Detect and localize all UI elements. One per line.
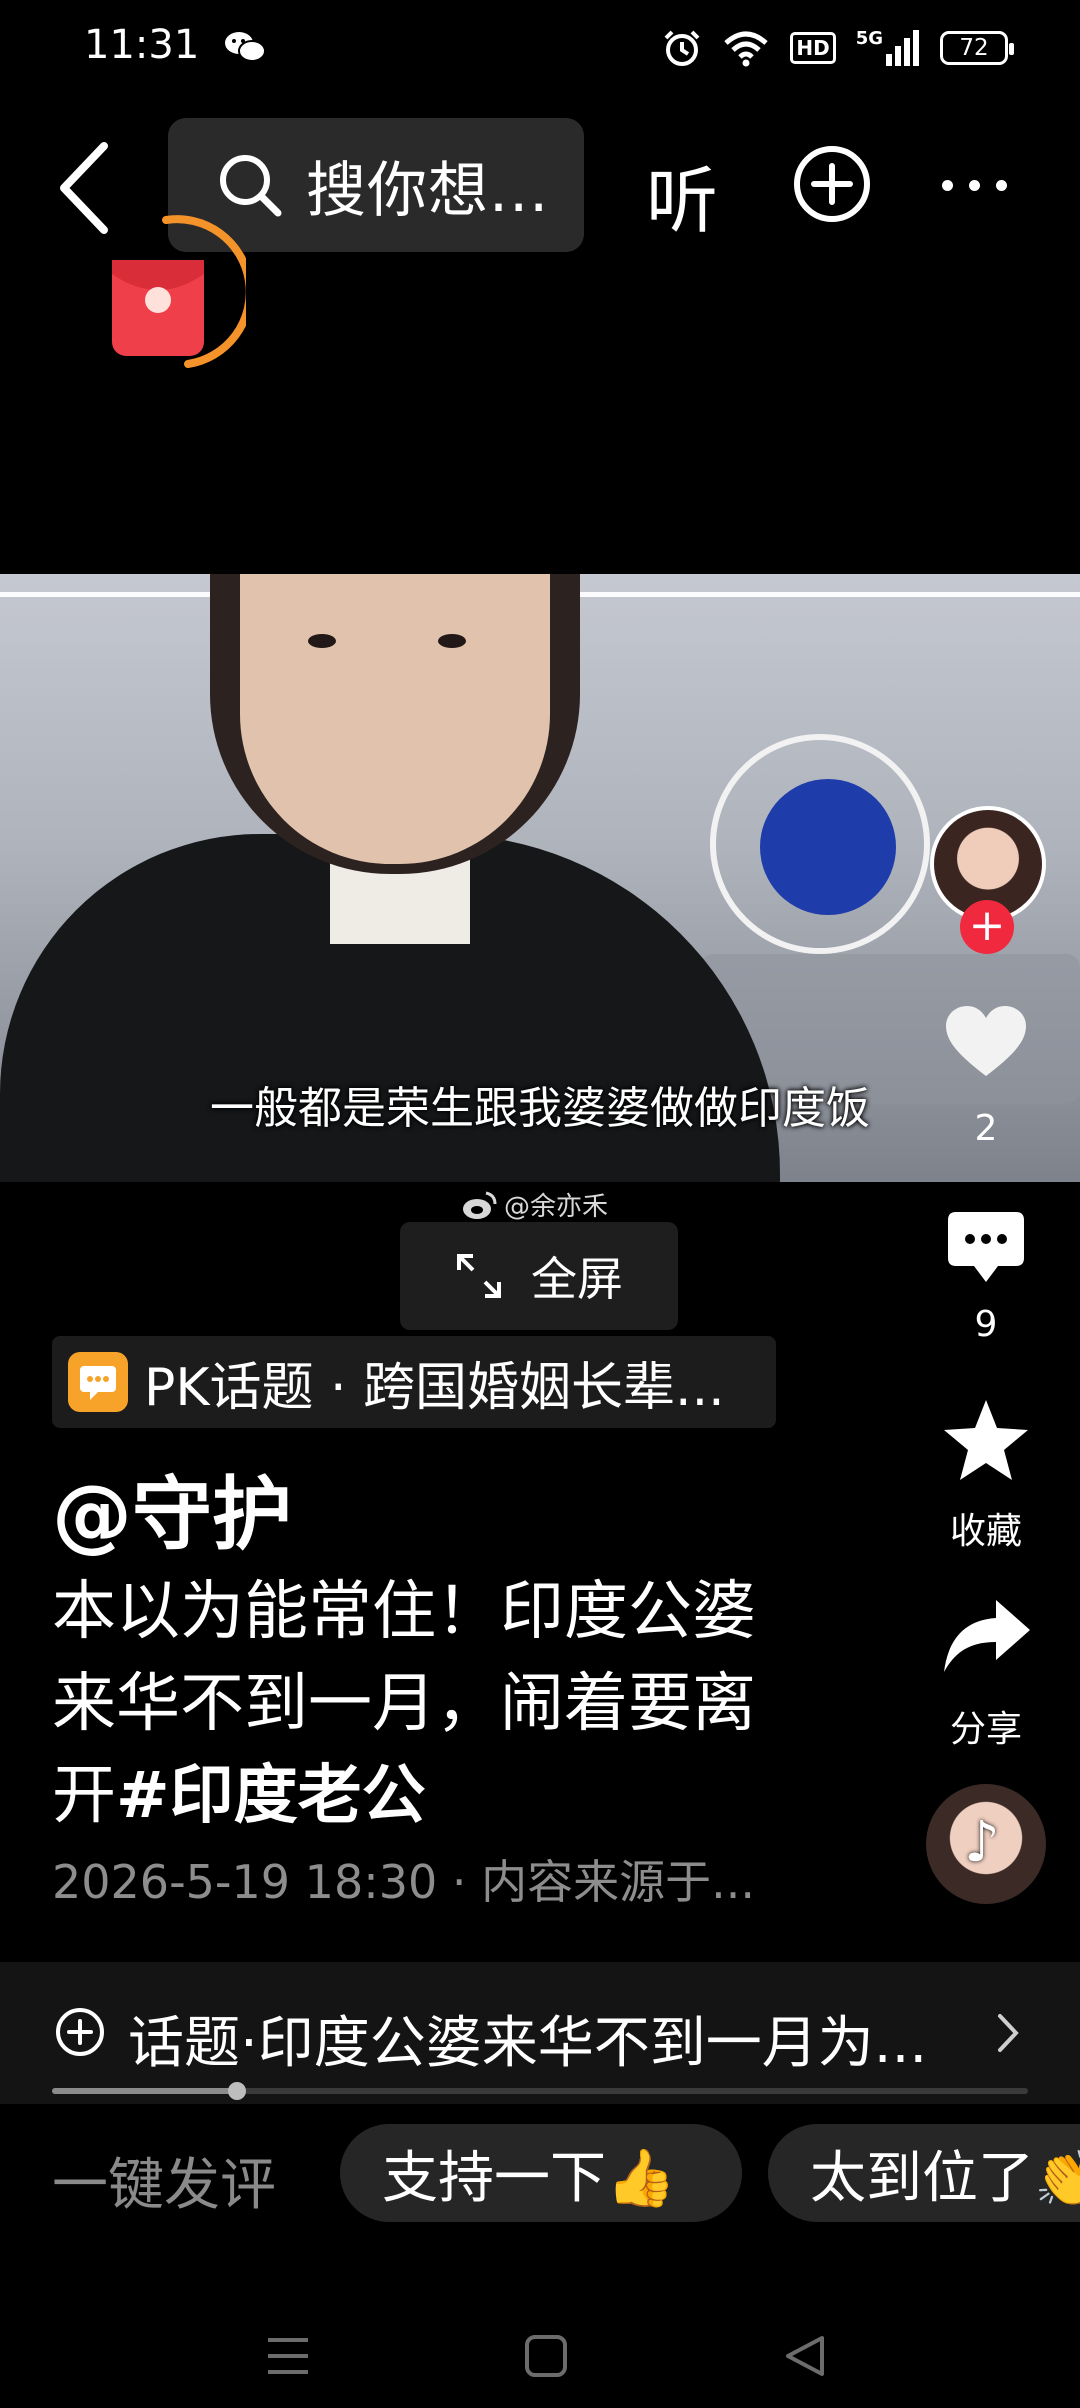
status-time: 11:31	[84, 22, 200, 68]
search-icon	[220, 155, 282, 217]
chat-bubble-icon	[68, 1352, 128, 1412]
network-type: 5G	[855, 28, 883, 49]
video-subtitle: 一般都是荣生跟我婆婆做做印度饭	[210, 1083, 870, 1134]
chevron-right-icon	[998, 2014, 1019, 2052]
red-packet-icon[interactable]	[106, 214, 246, 374]
caption-line: 本以为能常住！印度公婆	[52, 1575, 756, 1649]
system-navigation-bar	[0, 2300, 1080, 2408]
fullscreen-label: 全屏	[531, 1252, 623, 1306]
author-name[interactable]: @守护	[52, 1450, 292, 1566]
like-heart-icon[interactable]	[944, 1004, 1028, 1080]
weibo-icon	[463, 1191, 497, 1219]
quick-comment-option[interactable]: 太到位了👏	[768, 2124, 1080, 2222]
follow-button[interactable]: +	[960, 900, 1014, 954]
hashtag-link[interactable]: #印度老公	[116, 1759, 426, 1833]
like-count: 2	[974, 1108, 998, 1149]
signal-icon: 5G	[856, 30, 920, 66]
back-triangle-icon[interactable]	[784, 2334, 826, 2378]
battery-icon: 72	[940, 31, 1014, 65]
quick-comment-option[interactable]: 支持一下👍	[340, 2124, 742, 2222]
listen-button[interactable]: 听	[646, 142, 718, 247]
favorite-label: 收藏	[949, 1511, 1022, 1552]
caption-line: 来华不到一月，闹着要离	[52, 1667, 756, 1741]
wechat-icon	[225, 32, 266, 62]
fullscreen-button[interactable]: 全屏	[400, 1222, 678, 1330]
comment-count: 9	[974, 1304, 998, 1345]
home-square-icon[interactable]	[524, 2334, 568, 2378]
post-caption: 本以为能常住！印度公婆 来华不到一月，闹着要离 开#印度老公	[52, 1566, 792, 1842]
music-note-icon: ♪	[964, 1810, 1000, 1875]
share-arrow-icon[interactable]	[942, 1598, 1032, 1678]
video-progress-fill	[52, 2088, 238, 2094]
quick-comment-label: 一键发评	[52, 2153, 276, 2218]
favorite-star-icon[interactable]	[942, 1398, 1030, 1482]
search-placeholder: 搜你想...	[306, 155, 550, 226]
topic-label: 话题·印度公婆来华不到一月为...	[128, 2011, 928, 2076]
video-player[interactable]: 一般都是荣生跟我婆婆做做印度饭	[0, 574, 1080, 1182]
share-label: 分享	[949, 1709, 1022, 1750]
pk-topic-chip[interactable]: PK话题 · 跨国婚姻长辈...	[52, 1336, 776, 1428]
wifi-icon	[724, 31, 769, 67]
pk-topic-label: PK话题 · 跨国婚姻长辈...	[144, 1357, 725, 1418]
hd-icon: HD	[790, 32, 836, 64]
post-meta: 2026-5-19 18:30 · 内容来源于...	[52, 1855, 755, 1909]
more-dots-icon[interactable]	[942, 168, 1018, 202]
add-circle-icon[interactable]	[792, 144, 872, 224]
expand-icon	[457, 1254, 501, 1298]
alarm-icon	[664, 30, 700, 66]
music-disc-avatar[interactable]: ♪	[926, 1784, 1046, 1904]
add-topic-icon	[56, 2008, 104, 2056]
recents-menu-icon[interactable]	[266, 2336, 310, 2376]
status-icons: HD 5G 72	[662, 24, 1014, 72]
caption-line: 开#印度老公	[52, 1750, 792, 1842]
caption-text: 开	[52, 1759, 116, 1833]
battery-level: 72	[959, 35, 989, 61]
watermark-text: @余亦禾	[504, 1192, 609, 1222]
topic-bar[interactable]: 话题·印度公婆来华不到一月为...	[0, 1962, 1080, 2104]
comment-icon[interactable]	[946, 1210, 1026, 1288]
weibo-watermark: @余亦禾	[462, 1186, 608, 1223]
